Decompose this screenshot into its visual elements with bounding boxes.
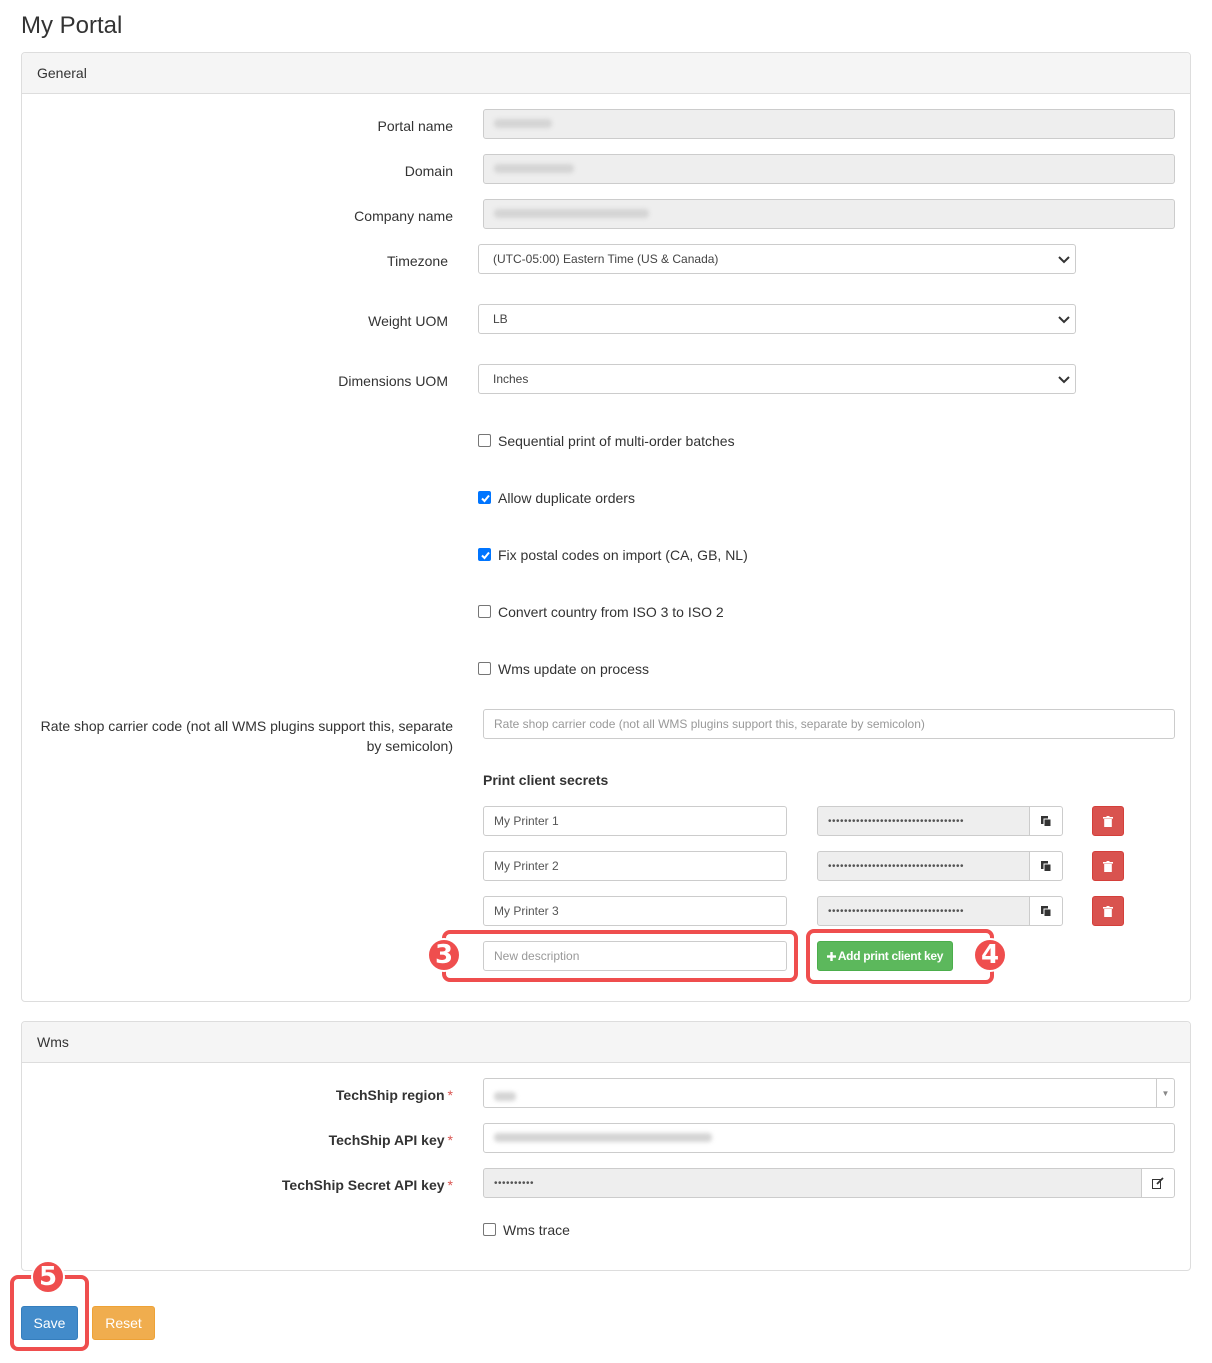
print-key-secret-3: •••••••••••••••••••••••••••••••••• [817, 896, 1031, 926]
page-title: My Portal [21, 12, 123, 39]
weight-uom-value: LB [493, 312, 508, 326]
delete-key-button-1[interactable] [1092, 806, 1124, 836]
required-marker: * [447, 1177, 453, 1193]
techship-secret-field[interactable]: •••••••••• [483, 1168, 1143, 1198]
techship-api-key-label: TechShip API key * [328, 1132, 453, 1148]
step-4-badge: 4 [973, 938, 1007, 972]
techship-secret-label: TechShip Secret API key * [281, 1177, 453, 1193]
wms-panel-heading: Wms [22, 1022, 1190, 1063]
reset-button[interactable]: Reset [92, 1306, 155, 1340]
company-name-field[interactable] [483, 199, 1175, 229]
weight-uom-select[interactable]: LB [478, 304, 1076, 334]
sequential-print-checkbox-row[interactable]: Sequential print of multi-order batches [478, 432, 878, 452]
wms-trace-label: Wms trace [503, 1222, 570, 1238]
wms-update-checkbox[interactable] [478, 662, 491, 675]
convert-country-checkbox-row[interactable]: Convert country from ISO 3 to ISO 2 [478, 603, 878, 623]
dimensions-uom-label: Dimensions UOM [338, 373, 448, 389]
edit-icon [1152, 1177, 1164, 1189]
company-name-label: Company name [354, 208, 453, 224]
copy-icon [1041, 816, 1052, 827]
fix-postal-label: Fix postal codes on import (CA, GB, NL) [498, 547, 748, 563]
delete-key-button-3[interactable] [1092, 896, 1124, 926]
checkmark-icon [481, 551, 490, 560]
trash-icon [1103, 905, 1113, 917]
copy-secret-button-1[interactable] [1029, 806, 1063, 836]
domain-label: Domain [404, 163, 453, 179]
weight-uom-label: Weight UOM [368, 313, 448, 329]
caret-down-icon: ▼ [1156, 1079, 1174, 1107]
copy-icon [1041, 861, 1052, 872]
chevron-down-icon [1058, 316, 1070, 324]
copy-secret-button-3[interactable] [1029, 896, 1063, 926]
domain-field[interactable] [483, 154, 1175, 184]
step-5-badge: 5 [31, 1260, 65, 1294]
convert-country-label: Convert country from ISO 3 to ISO 2 [498, 604, 724, 620]
copy-icon [1041, 906, 1052, 917]
fix-postal-checkbox-row[interactable]: Fix postal codes on import (CA, GB, NL) [478, 546, 878, 566]
rate-shop-label-line1: Rate shop carrier code (not all WMS plug… [40, 718, 453, 734]
rate-shop-label-line2: by semicolon) [366, 738, 453, 754]
callout-3-highlight [442, 930, 798, 982]
wms-trace-checkbox[interactable] [483, 1223, 496, 1236]
callout-4-highlight [806, 929, 994, 984]
trash-icon [1103, 815, 1113, 827]
rate-shop-input[interactable]: Rate shop carrier code (not all WMS plug… [483, 709, 1175, 739]
sequential-print-checkbox[interactable] [478, 434, 491, 447]
portal-name-label: Portal name [377, 118, 453, 134]
allow-duplicate-checkbox[interactable] [478, 491, 491, 504]
timezone-select[interactable]: (UTC-05:00) Eastern Time (US & Canada) [478, 244, 1076, 274]
print-key-description-3[interactable]: My Printer 3 [483, 896, 787, 926]
delete-key-button-2[interactable] [1092, 851, 1124, 881]
required-marker: * [447, 1087, 453, 1103]
convert-country-checkbox[interactable] [478, 605, 491, 618]
techship-region-select[interactable]: ▼ [483, 1078, 1175, 1108]
timezone-value: (UTC-05:00) Eastern Time (US & Canada) [493, 252, 719, 266]
print-key-secret-2: •••••••••••••••••••••••••••••••••• [817, 851, 1031, 881]
edit-secret-button[interactable] [1141, 1168, 1175, 1198]
print-key-description-1[interactable]: My Printer 1 [483, 806, 787, 836]
techship-api-key-field[interactable] [483, 1123, 1175, 1153]
print-client-heading: Print client secrets [483, 772, 609, 788]
dimensions-uom-select[interactable]: Inches [478, 364, 1076, 394]
allow-duplicate-label: Allow duplicate orders [498, 490, 635, 506]
trash-icon [1103, 860, 1113, 872]
rate-shop-placeholder: Rate shop carrier code (not all WMS plug… [494, 717, 925, 731]
sequential-print-label: Sequential print of multi-order batches [498, 433, 735, 449]
checkmark-icon [481, 494, 490, 503]
techship-region-label: TechShip region * [335, 1087, 453, 1103]
chevron-down-icon [1058, 256, 1070, 264]
print-key-description-2[interactable]: My Printer 2 [483, 851, 787, 881]
rate-shop-label: Rate shop carrier code (not all WMS plug… [30, 716, 453, 756]
fix-postal-checkbox[interactable] [478, 548, 491, 561]
portal-name-field[interactable] [483, 109, 1175, 139]
print-key-secret-1: •••••••••••••••••••••••••••••••••• [817, 806, 1031, 836]
required-marker: * [447, 1132, 453, 1148]
allow-duplicate-checkbox-row[interactable]: Allow duplicate orders [478, 489, 878, 509]
general-panel-heading: General [22, 53, 1190, 94]
copy-secret-button-2[interactable] [1029, 851, 1063, 881]
wms-update-checkbox-row[interactable]: Wms update on process [478, 660, 878, 680]
step-3-badge: 3 [427, 938, 461, 972]
wms-trace-checkbox-row[interactable]: Wms trace [483, 1221, 683, 1241]
chevron-down-icon [1058, 376, 1070, 384]
timezone-label: Timezone [387, 253, 448, 269]
wms-update-label: Wms update on process [498, 661, 649, 677]
dimensions-uom-value: Inches [493, 372, 529, 386]
